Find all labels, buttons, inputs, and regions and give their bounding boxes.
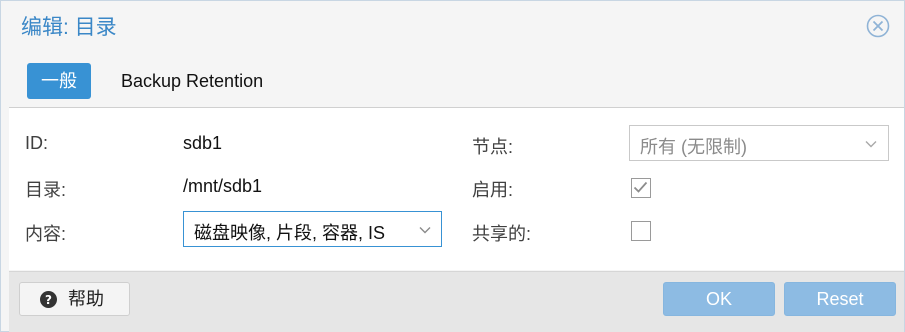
nodes-label: 节点: xyxy=(472,137,514,157)
dialog-title: 编辑: 目录 xyxy=(21,16,117,39)
question-circle-icon: ? xyxy=(40,291,57,308)
close-icon[interactable] xyxy=(866,14,890,38)
content-select-value: 磁盘映像, 片段, 容器, IS xyxy=(194,223,386,243)
chevron-down-icon xyxy=(419,227,431,234)
svg-text:?: ? xyxy=(45,293,52,307)
content-label: 内容: xyxy=(25,224,67,244)
checkmark-icon xyxy=(633,181,648,193)
shared-label: 共享的: xyxy=(472,224,532,244)
tab-backup-retention[interactable]: Backup Retention xyxy=(107,63,277,99)
tab-bar: 一般 Backup Retention xyxy=(9,51,904,108)
nodes-select-value: 所有 (无限制) xyxy=(640,137,747,157)
help-button-label: 帮助 xyxy=(68,289,104,309)
reset-button[interactable]: Reset xyxy=(784,282,896,316)
enabled-label: 启用: xyxy=(472,180,514,200)
dialog-titlebar: 编辑: 目录 xyxy=(1,1,904,51)
dialog-footer: ? 帮助 OK Reset xyxy=(9,271,904,332)
directory-label: 目录: xyxy=(25,180,67,200)
help-button[interactable]: ? 帮助 xyxy=(19,282,130,316)
tab-general[interactable]: 一般 xyxy=(27,63,91,99)
edit-directory-dialog: 编辑: 目录 一般 Backup Retention ID: sdb1 目录: … xyxy=(0,0,905,332)
chevron-down-icon xyxy=(865,141,877,148)
form-body: ID: sdb1 目录: /mnt/sdb1 内容: 磁盘映像, 片段, 容器,… xyxy=(9,108,904,270)
nodes-select[interactable]: 所有 (无限制) xyxy=(629,125,889,161)
id-value: sdb1 xyxy=(183,133,223,153)
shared-checkbox[interactable] xyxy=(631,221,651,241)
content-select[interactable]: 磁盘映像, 片段, 容器, IS xyxy=(183,211,442,247)
id-label: ID: xyxy=(25,133,49,153)
enabled-checkbox[interactable] xyxy=(631,178,651,198)
ok-button[interactable]: OK xyxy=(663,282,775,316)
directory-value: /mnt/sdb1 xyxy=(183,176,263,196)
